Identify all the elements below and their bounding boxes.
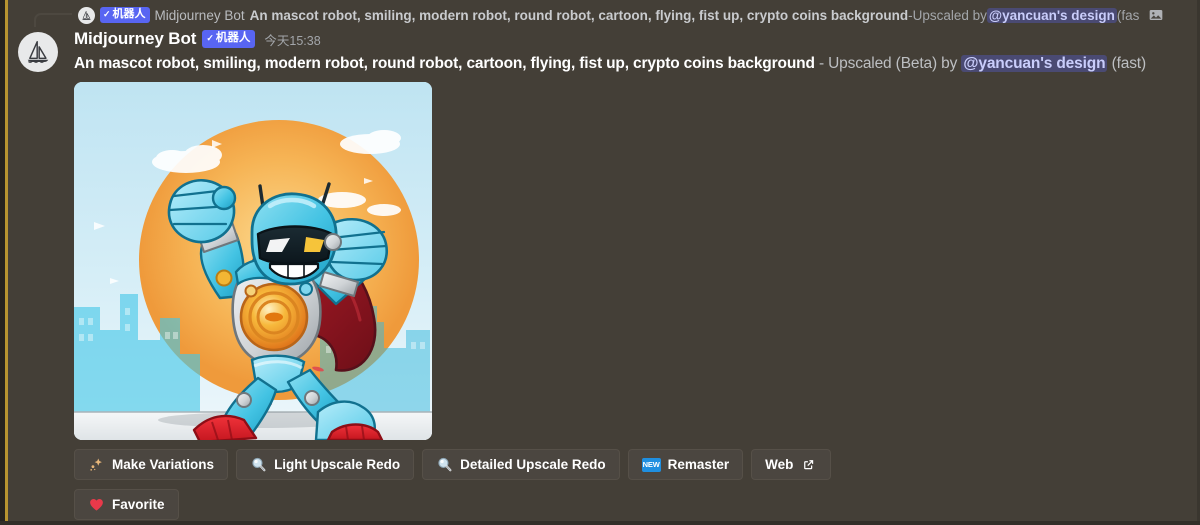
remaster-button[interactable]: NEW Remaster [627, 449, 744, 480]
reply-prompt-text: An mascot robot, smiling, modern robot, … [249, 7, 909, 23]
action-button-row-1: Make Variations Light Upscale Redo Detai… [74, 449, 1200, 480]
web-label: Web [765, 457, 794, 472]
reply-user-mention[interactable]: @yancuan's design [986, 7, 1117, 23]
message-separator: - [814, 55, 829, 72]
reply-reference-bar[interactable]: ✓ 机器人 Midjourney Bot An mascot robot, smi… [34, 3, 1164, 27]
reply-speed-text: (fast) [1116, 7, 1139, 23]
external-link-icon [800, 456, 817, 473]
favorite-label: Favorite [112, 497, 165, 512]
light-upscale-redo-label: Light Upscale Redo [274, 457, 401, 472]
midjourney-sailboat-icon [27, 41, 49, 63]
detailed-upscale-redo-label: Detailed Upscale Redo [460, 457, 606, 472]
message-bot-badge: ✓ 机器人 [202, 30, 256, 48]
message-author-name[interactable]: Midjourney Bot [74, 29, 196, 49]
message-timestamp: 今天15:38 [264, 33, 321, 48]
left-accent-line [5, 0, 8, 525]
message-action-text: Upscaled (Beta) by [828, 55, 962, 72]
bot-badge-check: ✓ [103, 8, 111, 19]
favorite-button[interactable]: Favorite [74, 489, 179, 520]
bot-badge-label: 机器人 [112, 8, 146, 21]
message-content: An mascot robot, smiling, modern robot, … [74, 55, 1200, 73]
message-prompt-text: An mascot robot, smiling, modern robot, … [74, 55, 815, 72]
message-speed-text: (fast) [1107, 55, 1147, 72]
avatar[interactable] [18, 32, 58, 72]
reply-action-text: Upscaled by [912, 7, 987, 23]
reply-message-preview: An mascot robot, smiling, modern robot, … [249, 7, 1139, 23]
message-block: Midjourney Bot ✓ 机器人 今天15:38 An mascot ro… [18, 28, 1200, 520]
reply-bot-badge: ✓ 机器人 [100, 7, 150, 23]
detailed-upscale-redo-button[interactable]: Detailed Upscale Redo [422, 449, 620, 480]
message-user-mention[interactable]: @yancuan's design [961, 55, 1108, 72]
sparkles-icon [88, 456, 105, 473]
reply-avatar [78, 6, 95, 24]
heart-icon [88, 496, 105, 513]
web-button[interactable]: Web [751, 449, 832, 480]
remaster-label: Remaster [667, 457, 730, 472]
new-badge-icon: NEW [641, 457, 661, 472]
make-variations-label: Make Variations [112, 457, 215, 472]
bot-badge-label: 机器人 [215, 32, 251, 45]
make-variations-button[interactable]: Make Variations [74, 449, 229, 480]
magnifying-glass-icon [436, 456, 453, 473]
message-body: Midjourney Bot ✓ 机器人 今天15:38 An mascot ro… [74, 28, 1200, 520]
image-attachment-icon [1148, 7, 1164, 23]
action-button-row-2: Favorite [74, 489, 1200, 520]
generated-image[interactable] [74, 82, 432, 440]
magnifying-glass-icon [250, 456, 267, 473]
bottom-strip [0, 521, 1200, 525]
light-upscale-redo-button[interactable]: Light Upscale Redo [236, 449, 415, 480]
reply-spine [34, 13, 72, 27]
midjourney-sailboat-icon [82, 10, 91, 20]
reply-author-name[interactable]: Midjourney Bot [155, 8, 245, 23]
message-header: Midjourney Bot ✓ 机器人 今天15:38 [74, 28, 1200, 50]
bot-badge-check: ✓ [206, 32, 214, 43]
